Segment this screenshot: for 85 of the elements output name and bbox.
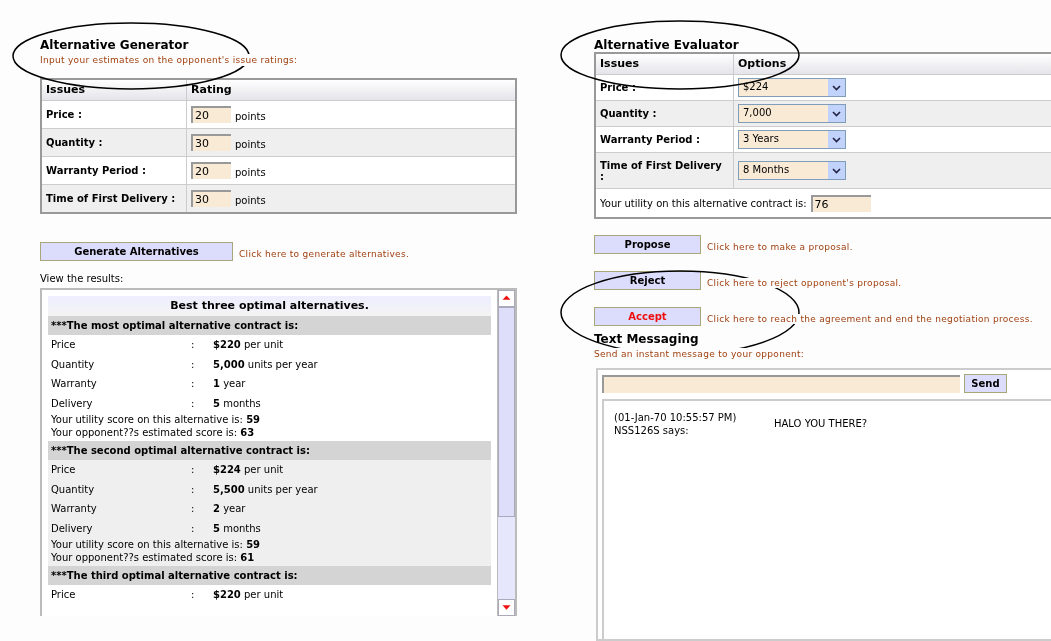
separator: : — [191, 397, 196, 409]
score-text: Your opponent??s estimated score is: 61 — [50, 551, 256, 564]
score-text: Your utility score on this alternative is: 59 — [50, 538, 262, 551]
option-dropdown[interactable]: 7,000 — [738, 104, 846, 123]
issue-label: Quantity : — [42, 129, 187, 156]
chevron-down-icon — [828, 131, 845, 148]
separator: : — [191, 464, 196, 476]
issue-label: Price : — [42, 101, 187, 128]
contract-heading: ***The most optimal alternative contract is: — [48, 316, 491, 335]
option-dropdown[interactable]: $224 — [738, 78, 846, 97]
term-name: Price — [51, 464, 77, 476]
results-heading: Best three optimal alternatives. — [48, 296, 491, 316]
term-name: Quantity — [51, 358, 96, 370]
term-value: 2 year — [213, 503, 247, 515]
option-dropdown[interactable]: 3 Years — [738, 130, 846, 149]
section-title: Text Messaging — [594, 332, 700, 346]
separator: : — [191, 483, 196, 495]
option-dropdown[interactable]: 8 Months — [738, 161, 846, 180]
term-name: Delivery — [51, 522, 94, 534]
utility-label: Your utility on this alternative contract is: — [600, 197, 807, 209]
action-button[interactable]: Propose — [594, 235, 701, 254]
term-value: $220 per unit — [213, 589, 285, 601]
separator: : — [191, 339, 196, 351]
term-name: Quantity — [51, 483, 96, 495]
column-header: Issues — [596, 54, 734, 74]
unit-label: points — [235, 111, 266, 122]
term-name: Price — [51, 589, 77, 601]
term-name: Delivery — [51, 397, 94, 409]
separator: : — [191, 522, 196, 534]
message-meta: (01-Jan-70 10:55:57 PM) NSS126S says: — [614, 411, 738, 437]
unit-label: points — [235, 167, 266, 178]
term-name: Warranty — [51, 503, 98, 515]
scroll-thumb[interactable] — [498, 307, 515, 517]
issue-label: Quantity : — [596, 101, 734, 126]
hint-text: Click here to reach the agreement and end the negotiation process. — [707, 313, 1033, 324]
hint-text: Click here to make a proposal. — [707, 241, 853, 252]
term-value: $220 per unit — [213, 339, 285, 351]
issue-label: Time of First Delivery : — [42, 185, 187, 212]
term-value: 5 months — [213, 397, 262, 409]
unit-label: points — [235, 139, 266, 150]
rating-input[interactable]: 30 — [191, 190, 231, 207]
send-button[interactable]: Send — [964, 374, 1007, 393]
instruction-text: Input your estimates on the opponent's issue ratings: — [40, 54, 298, 66]
term-value: 1 year — [213, 378, 247, 390]
action-button[interactable]: Reject — [594, 271, 701, 290]
chevron-down-icon — [828, 79, 845, 96]
term-value: 5,000 units per year — [213, 358, 319, 370]
contract-heading: ***The second optimal alternative contract is: — [48, 441, 491, 460]
rating-input[interactable]: 20 — [191, 106, 231, 123]
hint-text: Click here to generate alternatives. — [239, 248, 410, 259]
issue-label: Time of First Delivery : — [596, 153, 734, 188]
term-name: Warranty — [51, 378, 98, 390]
term-value: 5,500 units per year — [213, 483, 319, 495]
score-text: Your opponent??s estimated score is: 63 — [50, 426, 256, 439]
message-text: HALO YOU THERE? — [774, 417, 869, 431]
contract-heading: ***The third optimal alternative contract is: — [48, 566, 491, 585]
column-header: Issues — [42, 80, 187, 100]
results-label: View the results: — [40, 273, 125, 284]
term-name: Price — [51, 339, 77, 351]
chevron-down-icon — [828, 162, 845, 179]
scrollbar[interactable] — [497, 290, 515, 616]
rating-input[interactable]: 30 — [191, 134, 231, 151]
rating-input[interactable]: 20 — [191, 162, 231, 179]
generate-button[interactable]: Generate Alternatives — [40, 242, 233, 261]
message-input[interactable] — [602, 374, 960, 393]
column-header: Rating — [190, 82, 233, 98]
chevron-down-icon — [828, 105, 845, 122]
separator: : — [191, 358, 196, 370]
separator: : — [191, 503, 196, 515]
unit-label: points — [235, 195, 266, 206]
issue-label: Warranty Period : — [596, 127, 734, 152]
section-title: Alternative Generator — [40, 38, 190, 52]
separator: : — [191, 589, 196, 601]
term-value: $224 per unit — [213, 464, 285, 476]
term-value: 5 months — [213, 522, 262, 534]
utility-field[interactable]: 76 — [810, 194, 871, 212]
section-title: Alternative Evaluator — [594, 38, 740, 52]
column-header: Options — [737, 56, 788, 72]
issue-label: Warranty Period : — [42, 157, 187, 184]
scroll-up-icon[interactable] — [498, 290, 515, 307]
instruction-text: Send an instant message to your opponent: — [594, 348, 805, 360]
scroll-down-icon[interactable] — [498, 599, 515, 616]
score-text: Your utility score on this alternative is: 59 — [50, 413, 262, 426]
hint-text: Click here to reject opponent's proposal. — [707, 277, 902, 288]
separator: : — [191, 378, 196, 390]
